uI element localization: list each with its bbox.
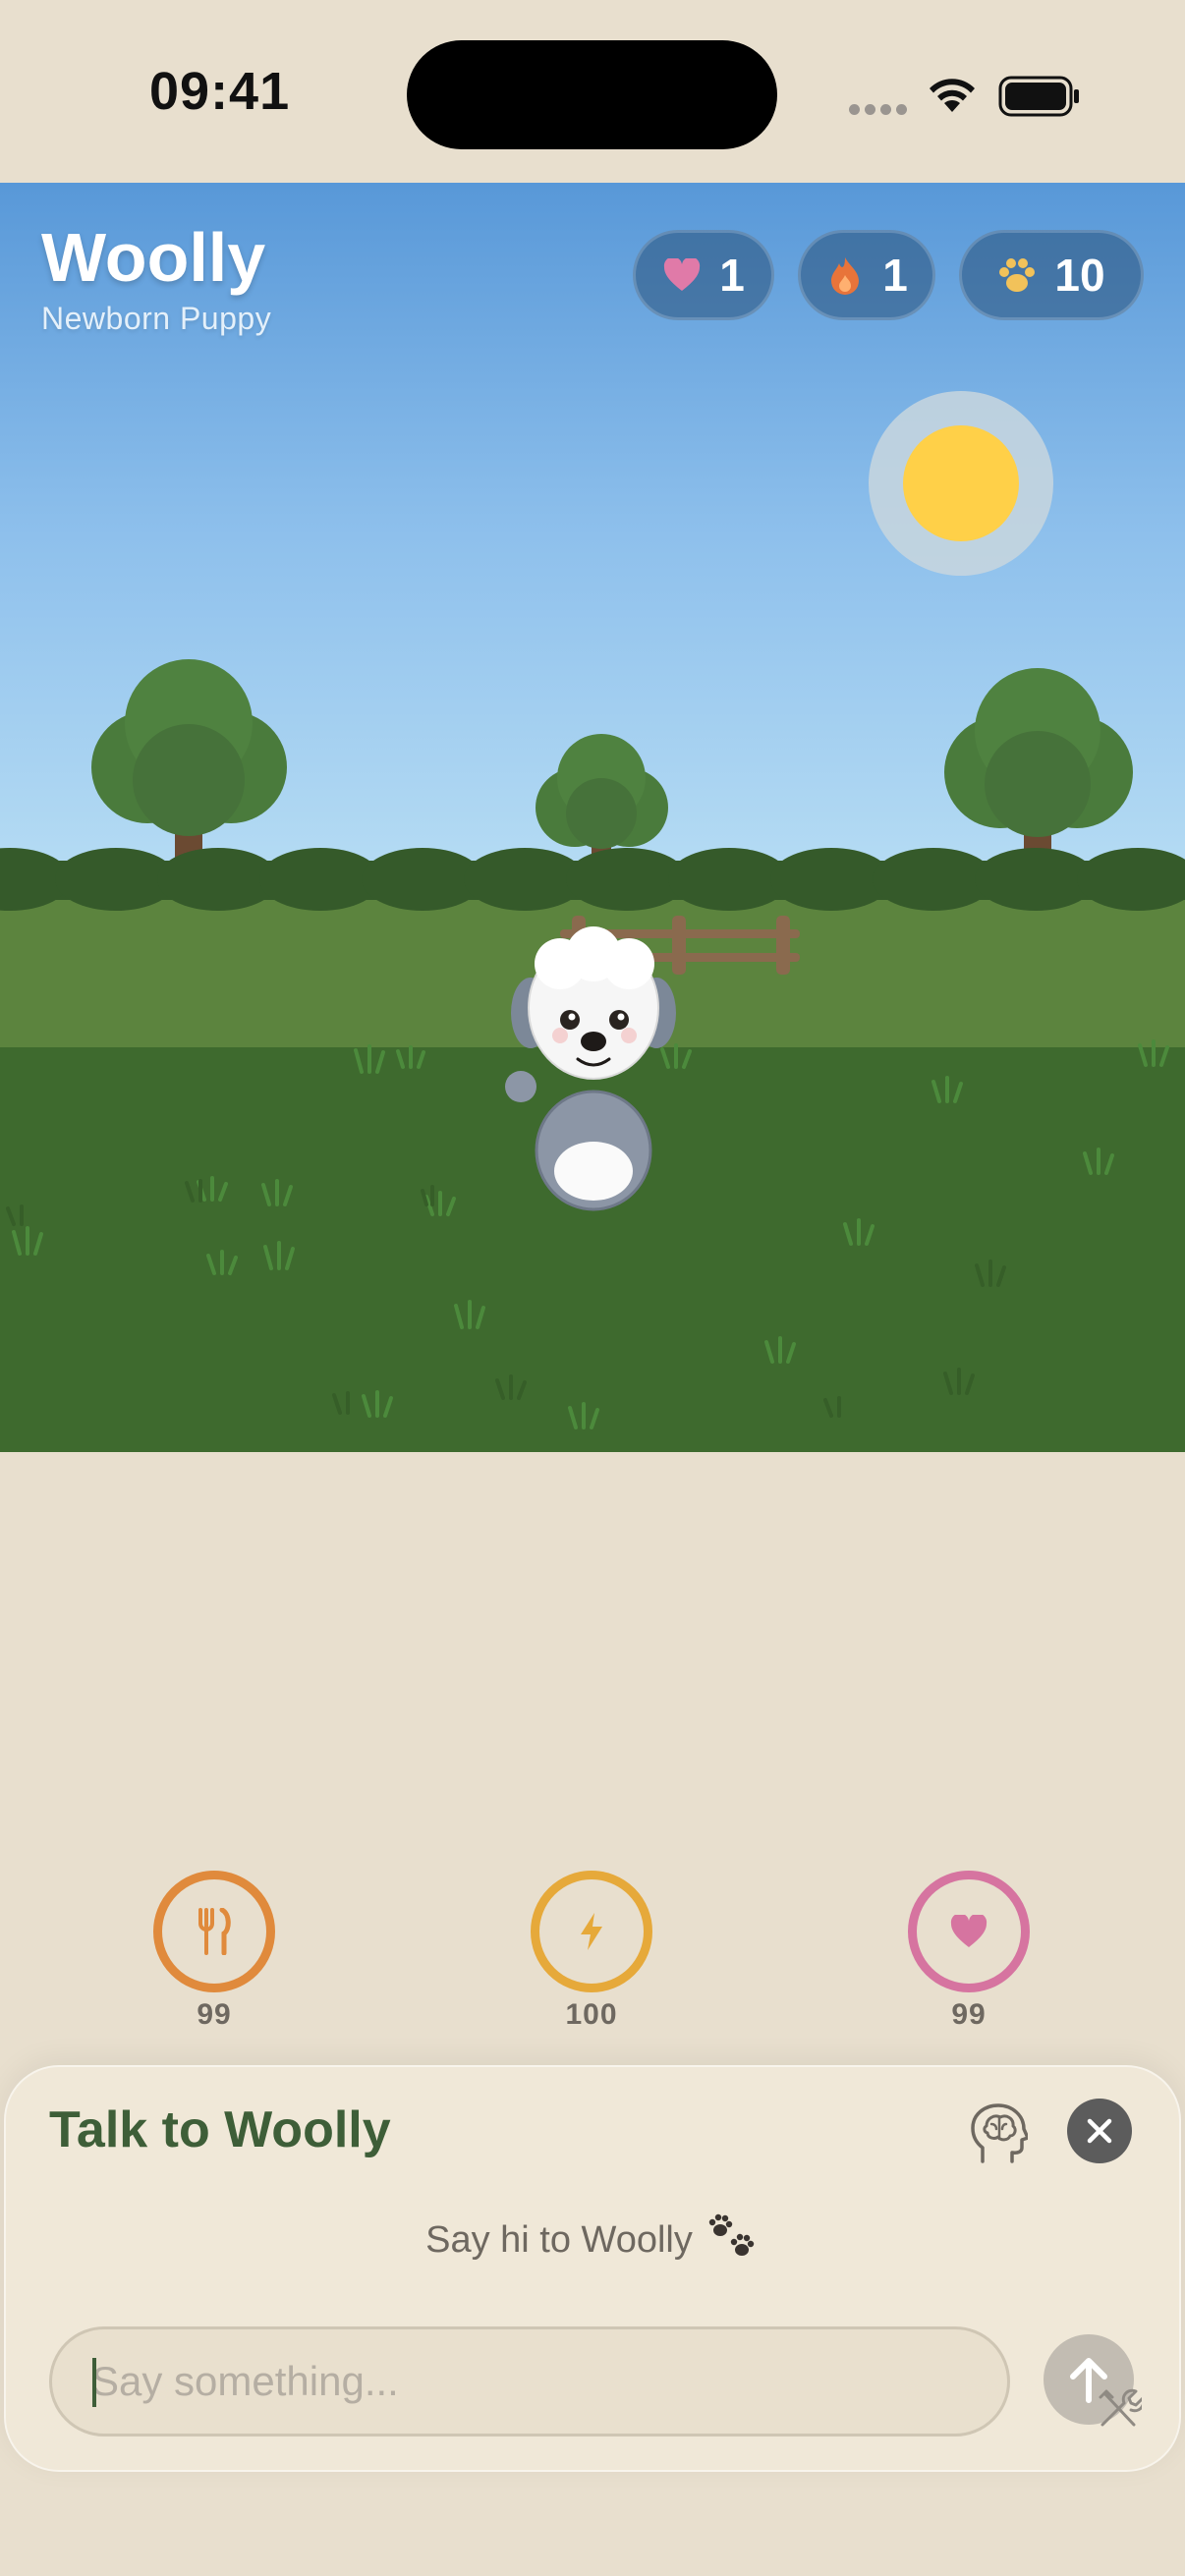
pet-scene [0,183,1185,1452]
status-bar: 09:41 [0,0,1185,183]
tools-icon[interactable] [1095,2385,1142,2433]
hunger-value: 99 [197,1998,232,2031]
bolt-icon [581,1913,602,1950]
hedge [0,848,1185,911]
streak-count: 1 [882,250,908,301]
chat-message-input[interactable] [49,2326,1010,2436]
chat-hint-text: Say hi to Woolly [425,2219,693,2262]
status-time: 09:41 [149,62,291,121]
heart-icon [950,1915,988,1947]
paws-count: 10 [1054,250,1105,301]
brain-head-icon [971,2103,1028,2163]
close-chat-button[interactable] [1067,2099,1132,2163]
hearts-badge[interactable]: 1 [633,230,774,320]
wifi-icon [930,79,975,112]
pet-name: Woolly [41,219,266,296]
paw-icon [997,255,1037,295]
chat-panel: Talk to Woolly Say hi to Woolly [4,2065,1181,2472]
dynamic-island [407,40,777,149]
paws-badge[interactable]: 10 [959,230,1144,320]
heart-icon [662,255,702,295]
memory-button[interactable] [959,2095,1038,2173]
energy-value: 100 [565,1998,618,2031]
energy-ring [531,1871,652,1992]
happiness-value: 99 [951,1998,987,2031]
cellular-signal-icon [849,102,912,120]
hunger-stat[interactable]: 99 [149,1871,279,2032]
flame-icon [825,255,865,295]
text-caret [92,2358,96,2407]
sun [869,391,1053,576]
energy-stat[interactable]: 100 [527,1871,656,2032]
streak-badge[interactable]: 1 [798,230,935,320]
paw-prints-icon [705,2212,760,2271]
battery-icon [998,76,1079,117]
happiness-stat[interactable]: 99 [904,1871,1034,2032]
chat-empty-hint: Say hi to Woolly [6,2212,1179,2271]
fork-knife-icon [198,1908,231,1955]
happiness-ring [908,1871,1030,1992]
scene-background [0,183,1185,1452]
hunger-ring [153,1871,275,1992]
pet-stage: Newborn Puppy [41,301,272,336]
hearts-count: 1 [719,250,745,301]
chat-title: Talk to Woolly [49,2101,391,2158]
close-icon [1087,2118,1112,2144]
